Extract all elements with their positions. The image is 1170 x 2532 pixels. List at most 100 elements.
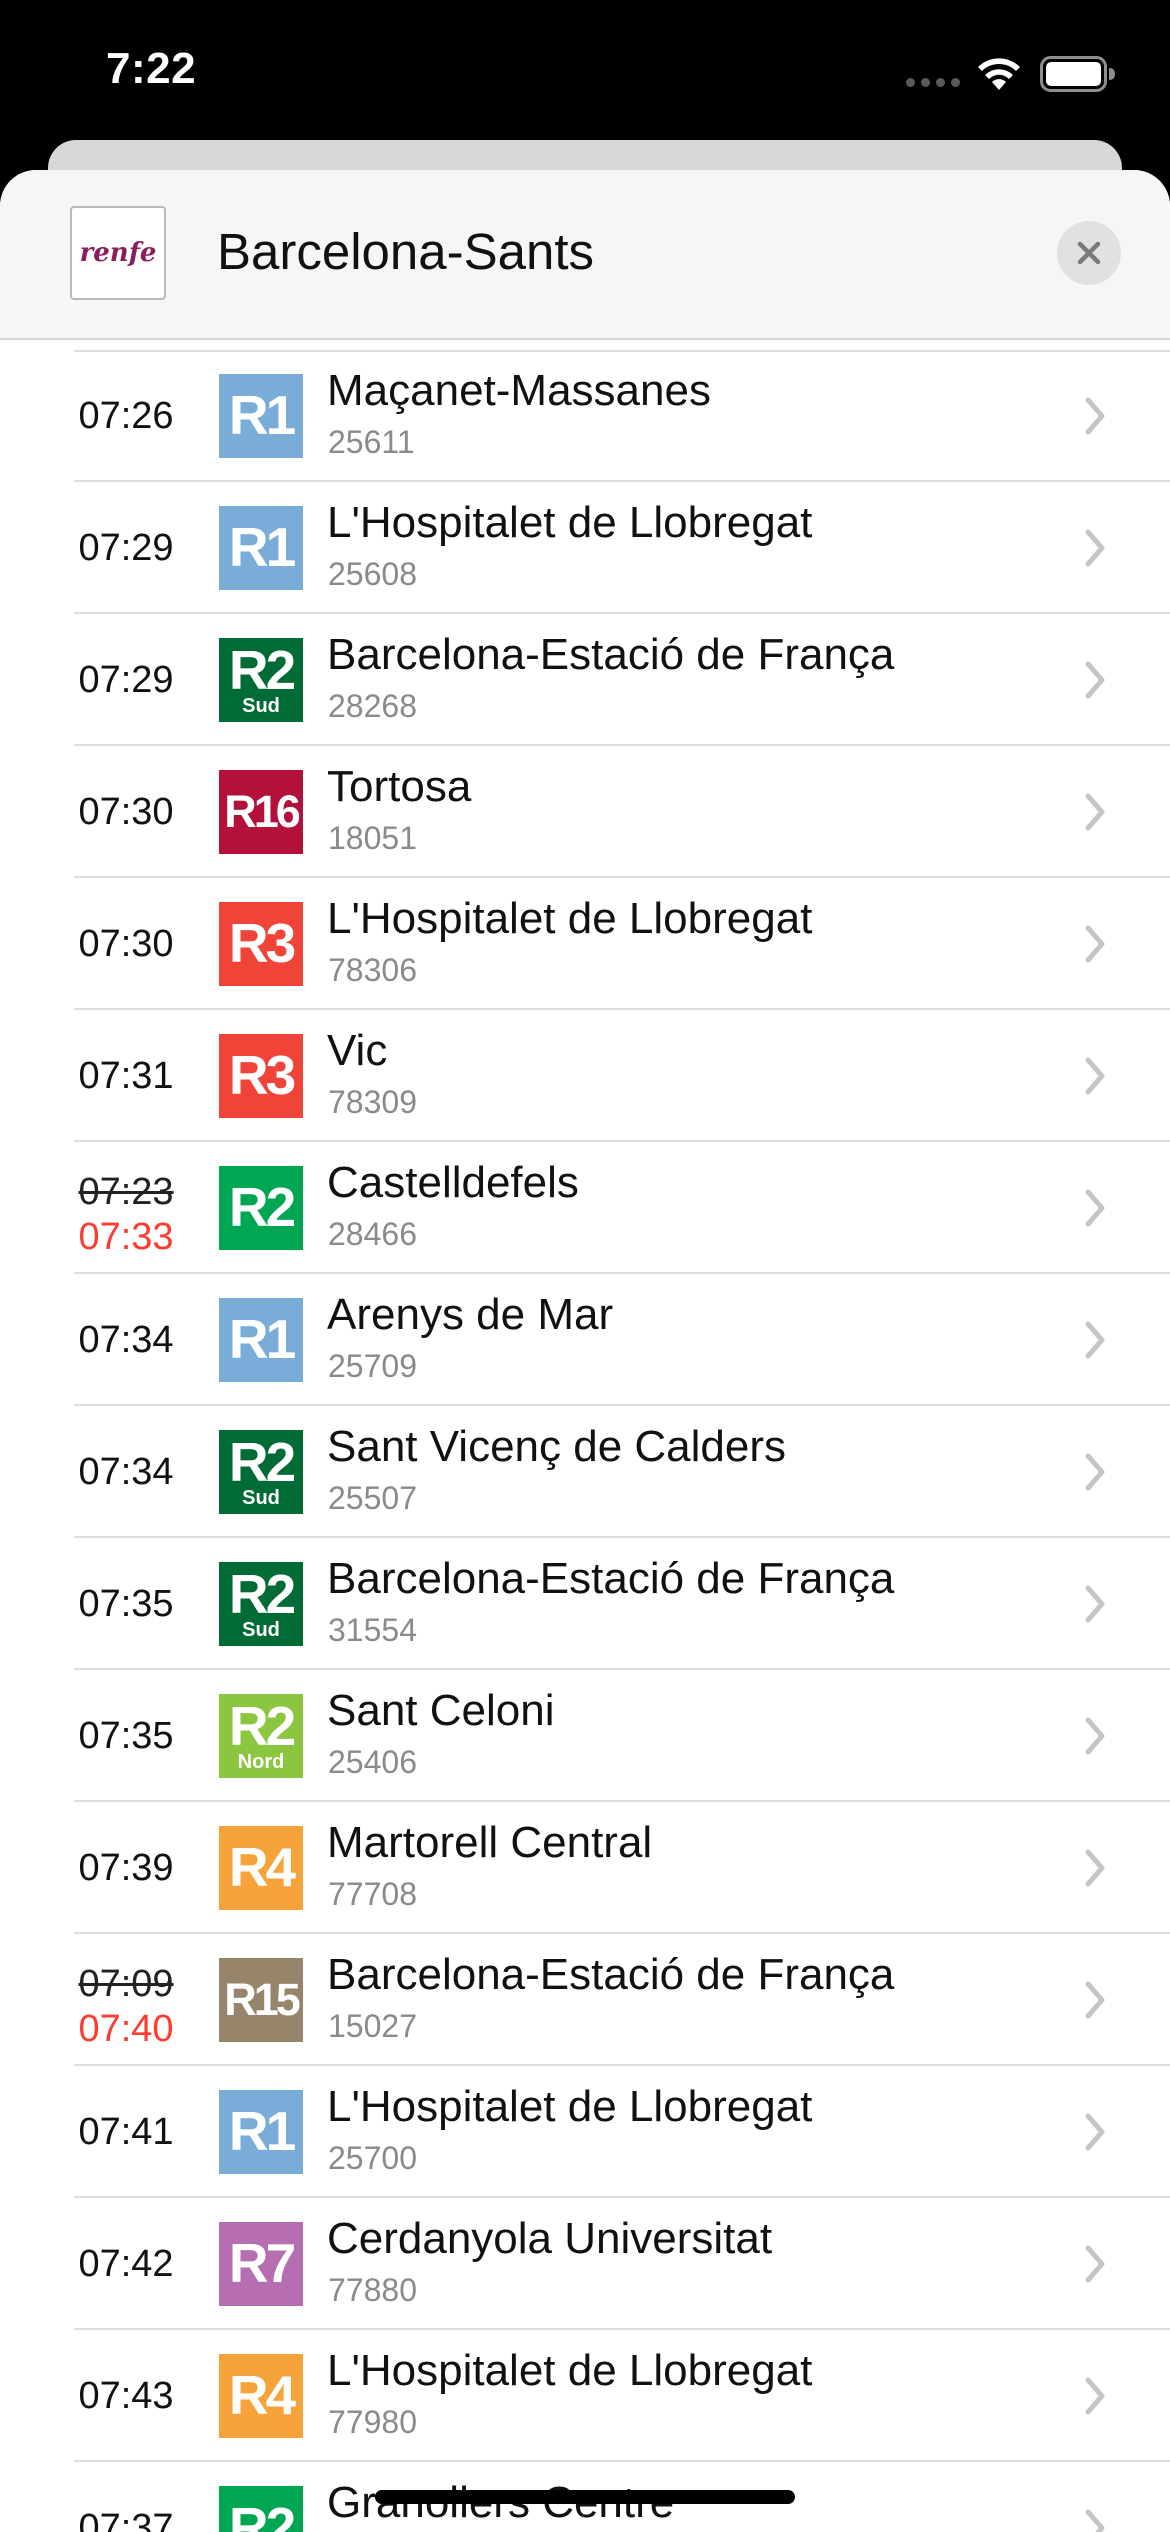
- line-badge: R2 Sud: [219, 1562, 303, 1646]
- close-icon: [1077, 241, 1101, 265]
- line-badge: R1: [219, 1298, 303, 1382]
- chevron-right-icon: [1085, 1321, 1105, 1359]
- departure-row[interactable]: 07:39 R4 Martorell Central 77708: [0, 1802, 1170, 1934]
- destination: Sant Celoni: [327, 1686, 555, 1735]
- line-code: R2: [228, 639, 296, 701]
- train-number: 25608: [328, 556, 417, 592]
- departure-time: 07:34: [78, 1319, 174, 1361]
- departure-time: 07:30: [78, 923, 174, 965]
- line-badge: R2: [219, 1166, 303, 1250]
- departure-row[interactable]: 07:35 R2 Sud Barcelona-Estació de França 315…: [0, 1538, 1170, 1670]
- chevron-right-icon: [1085, 793, 1105, 831]
- departure-row[interactable]: 07:41 R1 L'Hospitalet de Llobregat 25700: [0, 2066, 1170, 2198]
- station-title: Barcelona-Sants: [217, 223, 595, 280]
- line-badge: R2: [219, 2486, 303, 2532]
- status-time: 7:22: [106, 44, 197, 93]
- departure-time: 07:35: [78, 1715, 174, 1757]
- scheduled-time: 07:09: [78, 1963, 174, 2005]
- departure-row[interactable]: 07:29 R2 Sud Barcelona-Estació de França 282…: [0, 614, 1170, 746]
- status-bar: 7:22: [0, 0, 1170, 150]
- line-badge: R2 Sud: [219, 1430, 303, 1514]
- departure-row[interactable]: 07:26 R1 Maçanet-Massanes 25611: [0, 350, 1170, 482]
- departure-row[interactable]: 07:09 07:40 R15 Barcelona-Estació de França…: [0, 1934, 1170, 2066]
- line-badge: R16: [219, 770, 303, 854]
- train-number: 78309: [328, 1084, 417, 1120]
- train-number: 25700: [328, 2140, 417, 2176]
- departures-sheet: renfe Barcelona-Sants 07:26 R1 Maçanet-Mas…: [0, 170, 1170, 2532]
- line-code: R3: [228, 912, 296, 974]
- destination: L'Hospitalet de Llobregat: [327, 498, 813, 547]
- chevron-right-icon: [1085, 2245, 1105, 2283]
- departure-row[interactable]: 07:43 R4 L'Hospitalet de Llobregat 77980: [0, 2330, 1170, 2462]
- departure-row[interactable]: 07:30 R16 Tortosa 18051: [0, 746, 1170, 878]
- destination: Sant Vicenç de Calders: [327, 1422, 787, 1471]
- line-badge: R2 Sud: [219, 638, 303, 722]
- line-branch: Sud: [242, 695, 280, 717]
- departure-row[interactable]: 07:29 R1 L'Hospitalet de Llobregat 25608: [0, 482, 1170, 614]
- departure-time: 07:26: [78, 395, 174, 437]
- train-number: 18051: [328, 820, 417, 856]
- destination: L'Hospitalet de Llobregat: [327, 2082, 813, 2131]
- delayed-time: 07:33: [78, 1216, 174, 1258]
- line-code: R4: [228, 2364, 296, 2426]
- line-badge: R3: [219, 1034, 303, 1118]
- departure-time: 07:31: [78, 1055, 174, 1097]
- line-code: R3: [228, 1044, 296, 1106]
- departure-row[interactable]: 07:31 R3 Vic 78309: [0, 1010, 1170, 1142]
- departure-time: 07:42: [78, 2243, 174, 2285]
- home-indicator: [375, 2490, 795, 2504]
- departure-time: 07:41: [78, 2111, 174, 2153]
- destination: Castelldefels: [327, 1158, 579, 1207]
- renfe-logo: renfe: [70, 206, 166, 300]
- departure-time: 07:29: [78, 527, 174, 569]
- destination: Cerdanyola Universitat: [327, 2214, 773, 2263]
- cellular-signal-icon: [906, 78, 960, 87]
- destination: Barcelona-Estació de França: [327, 1554, 895, 1603]
- line-badge: R4: [219, 2354, 303, 2438]
- train-number: 77980: [328, 2404, 417, 2440]
- departure-row[interactable]: 07:30 R3 L'Hospitalet de Llobregat 78306: [0, 878, 1170, 1010]
- departure-time: 07:37: [78, 2507, 174, 2532]
- train-number: 28268: [328, 688, 417, 724]
- line-badge: R15: [219, 1958, 303, 2042]
- line-branch: Nord: [237, 1751, 285, 1773]
- destination: L'Hospitalet de Llobregat: [327, 2346, 813, 2395]
- chevron-right-icon: [1085, 2509, 1105, 2532]
- train-number: 25709: [328, 1348, 417, 1384]
- line-code: R7: [228, 2232, 296, 2294]
- train-number: 28466: [328, 1216, 417, 1252]
- train-number: 25406: [328, 1744, 417, 1780]
- line-badge: R7: [219, 2222, 303, 2306]
- departure-time: 07:35: [78, 1583, 174, 1625]
- chevron-right-icon: [1085, 1717, 1105, 1755]
- departure-row[interactable]: 07:34 R2 Sud Sant Vicenç de Calders 25507: [0, 1406, 1170, 1538]
- close-button[interactable]: [1057, 221, 1121, 285]
- line-code: R2: [228, 1563, 296, 1625]
- chevron-right-icon: [1085, 1585, 1105, 1623]
- chevron-right-icon: [1085, 661, 1105, 699]
- destination: Maçanet-Massanes: [327, 366, 711, 415]
- line-code: R2: [228, 1695, 296, 1757]
- departure-row[interactable]: 07:35 R2 Nord Sant Celoni 25406: [0, 1670, 1170, 1802]
- chevron-right-icon: [1085, 1849, 1105, 1887]
- departure-row[interactable]: 07:23 07:33 R2 Castelldefels 28466: [0, 1142, 1170, 1274]
- train-number: 78306: [328, 952, 417, 988]
- line-branch: Sud: [242, 1487, 280, 1509]
- chevron-right-icon: [1085, 2377, 1105, 2415]
- line-badge: R1: [219, 374, 303, 458]
- departure-row[interactable]: 07:34 R1 Arenys de Mar 25709: [0, 1274, 1170, 1406]
- train-number: 25507: [328, 1480, 417, 1516]
- departure-row[interactable]: 07:42 R7 Cerdanyola Universitat 77880: [0, 2198, 1170, 2330]
- destination: Tortosa: [327, 762, 472, 811]
- train-number: 77880: [328, 2272, 417, 2308]
- wifi-icon: [978, 58, 1020, 90]
- line-code: R4: [228, 1836, 296, 1898]
- line-badge: R4: [219, 1826, 303, 1910]
- line-code: R2: [228, 2496, 296, 2532]
- chevron-right-icon: [1085, 1189, 1105, 1227]
- sheet-header: renfe Barcelona-Sants: [0, 170, 1170, 340]
- line-badge: R1: [219, 2090, 303, 2174]
- line-code: R2: [228, 1176, 296, 1238]
- chevron-right-icon: [1085, 925, 1105, 963]
- departure-time: 07:29: [78, 659, 174, 701]
